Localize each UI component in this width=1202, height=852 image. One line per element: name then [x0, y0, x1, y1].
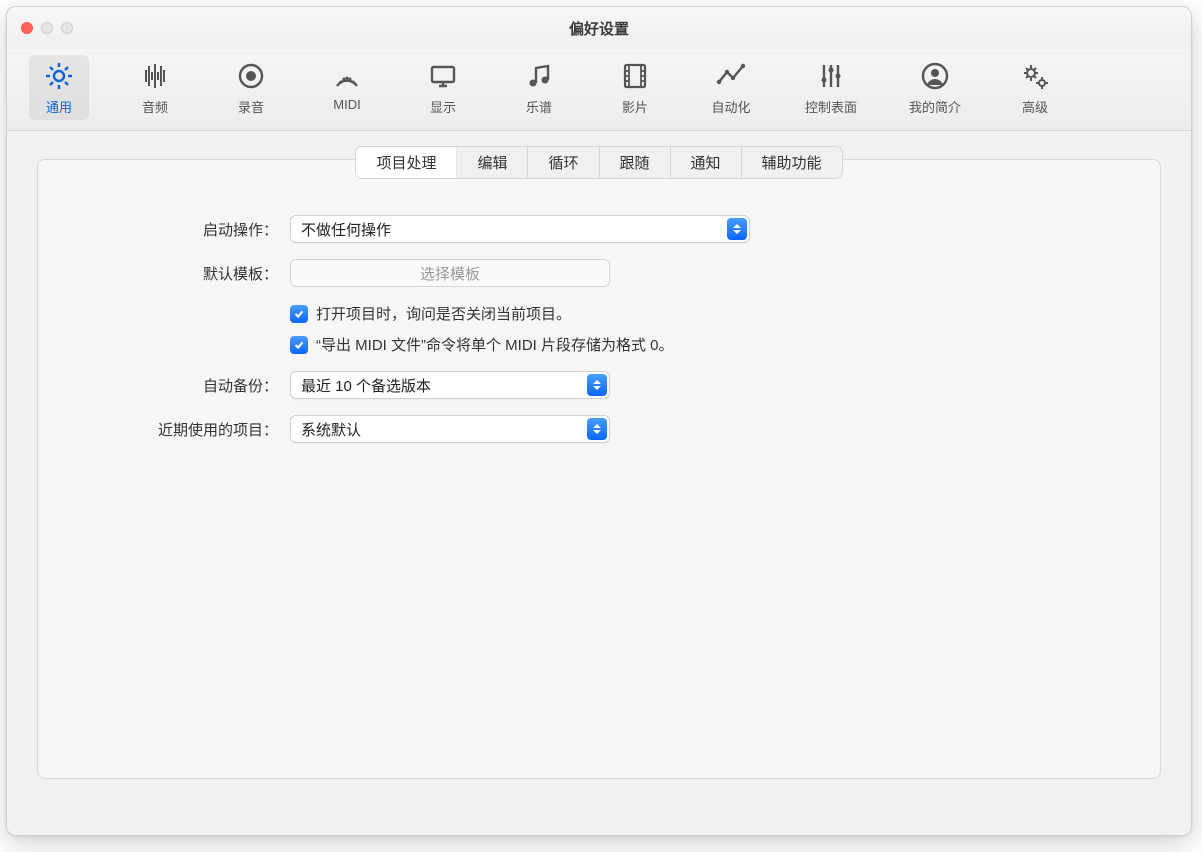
form: 启动操作： 不做任何操作 默认模板： 选择模板 打开项目时，询问是否关闭当前项目…	[38, 215, 1160, 443]
waveform-icon	[138, 59, 172, 93]
toolbar-midi[interactable]: MIDI	[317, 55, 377, 120]
monitor-icon	[426, 59, 460, 93]
toolbar-label: 我的简介	[909, 97, 961, 116]
template-label: 默认模板：	[58, 263, 278, 284]
check-ask-close[interactable]: 打开项目时，询问是否关闭当前项目。	[290, 303, 1160, 324]
recent-value: 系统默认	[301, 419, 361, 440]
toolbar-label: 通用	[46, 97, 72, 116]
preferences-window: 偏好设置 通用 音频 录音 MIDI	[6, 6, 1192, 836]
toolbar-label: 录音	[238, 97, 264, 116]
sliders-icon	[814, 59, 848, 93]
check-label: “导出 MIDI 文件”命令将单个 MIDI 片段存储为格式 0。	[316, 334, 674, 355]
toolbar-control-surface[interactable]: 控制表面	[797, 55, 865, 120]
check-export-midi[interactable]: “导出 MIDI 文件”命令将单个 MIDI 片段存储为格式 0。	[290, 334, 1160, 355]
titlebar: 偏好设置	[7, 7, 1191, 49]
toolbar-general[interactable]: 通用	[29, 55, 89, 120]
checkbox-checked-icon	[290, 336, 308, 354]
backup-label: 自动备份：	[58, 375, 278, 396]
toolbar-label: 乐谱	[526, 97, 552, 116]
toolbar-profile[interactable]: 我的简介	[901, 55, 969, 120]
subtab-loop[interactable]: 循环	[528, 147, 599, 178]
toolbar-video[interactable]: 影片	[605, 55, 665, 120]
toolbar-label: 音频	[142, 97, 168, 116]
dropdown-arrows-icon	[587, 418, 607, 440]
toolbar-label: 显示	[430, 97, 456, 116]
toolbar-label: 高级	[1022, 97, 1048, 116]
backup-select[interactable]: 最近 10 个备选版本	[290, 371, 610, 399]
check-label: 打开项目时，询问是否关闭当前项目。	[316, 303, 571, 324]
startup-value: 不做任何操作	[301, 219, 391, 240]
toolbar-audio[interactable]: 音频	[125, 55, 185, 120]
content-area: 项目处理 编辑 循环 跟随 通知 辅助功能 启动操作： 不做任何操作 默认模板：…	[7, 131, 1191, 835]
toolbar-score[interactable]: 乐谱	[509, 55, 569, 120]
toolbar: 通用 音频 录音 MIDI 显示	[7, 49, 1191, 131]
startup-label: 启动操作：	[58, 219, 278, 240]
toolbar-recording[interactable]: 录音	[221, 55, 281, 120]
toolbar-label: 自动化	[711, 97, 750, 116]
dropdown-arrows-icon	[587, 374, 607, 396]
subtab-accessibility[interactable]: 辅助功能	[742, 147, 842, 178]
subtab-edit[interactable]: 编辑	[457, 147, 528, 178]
window-title: 偏好设置	[7, 18, 1191, 39]
notes-icon	[522, 59, 556, 93]
subtab-follow[interactable]: 跟随	[600, 147, 671, 178]
toolbar-display[interactable]: 显示	[413, 55, 473, 120]
backup-value: 最近 10 个备选版本	[301, 375, 431, 396]
subtab-project-handling[interactable]: 项目处理	[356, 147, 457, 178]
subtab-notification[interactable]: 通知	[671, 147, 742, 178]
film-icon	[618, 59, 652, 93]
toolbar-advanced[interactable]: 高级	[1005, 55, 1065, 120]
toolbar-automation[interactable]: 自动化	[701, 55, 761, 120]
recent-select[interactable]: 系统默认	[290, 415, 610, 443]
choose-template-button[interactable]: 选择模板	[290, 259, 610, 287]
template-button-label: 选择模板	[420, 263, 480, 284]
gear-icon	[42, 59, 76, 93]
settings-panel: 项目处理 编辑 循环 跟随 通知 辅助功能 启动操作： 不做任何操作 默认模板：…	[37, 159, 1161, 779]
checkbox-checked-icon	[290, 305, 308, 323]
gears-icon	[1018, 59, 1052, 93]
recent-label: 近期使用的项目：	[58, 419, 278, 440]
midi-icon	[330, 59, 364, 93]
automation-icon	[714, 59, 748, 93]
toolbar-label: MIDI	[333, 97, 360, 112]
toolbar-label: 影片	[622, 97, 648, 116]
dropdown-arrows-icon	[727, 218, 747, 240]
user-icon	[918, 59, 952, 93]
startup-select[interactable]: 不做任何操作	[290, 215, 750, 243]
subtabs: 项目处理 编辑 循环 跟随 通知 辅助功能	[355, 146, 842, 179]
toolbar-label: 控制表面	[805, 97, 857, 116]
record-icon	[234, 59, 268, 93]
